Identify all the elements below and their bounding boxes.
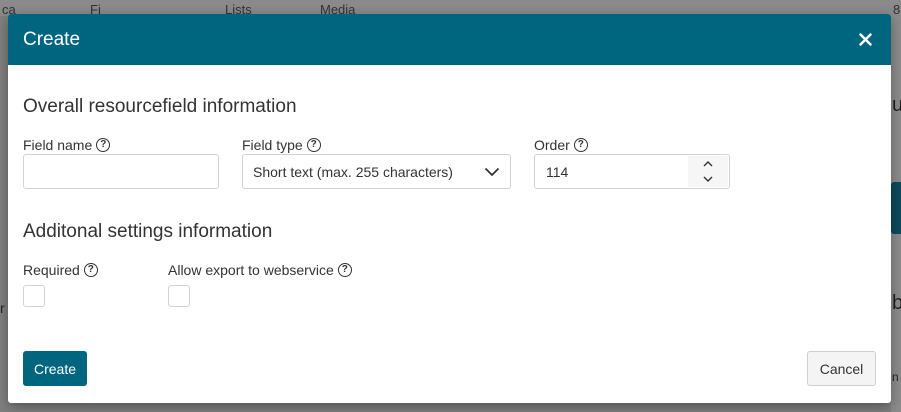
field-type-selected-value: Short text (max. 255 characters): [253, 163, 453, 180]
cancel-button[interactable]: Cancel: [807, 351, 876, 386]
background-fragment: u: [892, 94, 901, 116]
order-spinner: [688, 156, 728, 187]
chevron-down-icon: [484, 167, 500, 177]
field-type-select[interactable]: Short text (max. 255 characters): [242, 154, 511, 189]
field-type-group: Field type ?: [242, 136, 321, 153]
background-left-edge: r: [0, 300, 8, 316]
dialog-header: Create: [8, 14, 891, 65]
chevron-down-icon: [703, 176, 713, 182]
required-label: Required: [23, 261, 80, 278]
help-icon[interactable]: ?: [306, 137, 321, 152]
close-icon: [858, 33, 872, 46]
close-button[interactable]: [853, 28, 877, 52]
background-fragment: n: [892, 370, 899, 384]
field-name-label: Field name: [23, 136, 93, 153]
field-name-group: Field name ?: [23, 136, 111, 153]
background-right-edge: u b n: [891, 16, 901, 412]
help-icon[interactable]: ?: [83, 262, 98, 277]
order-value: 114: [546, 163, 569, 180]
field-name-input[interactable]: [23, 154, 219, 189]
section-title-additional: Additonal settings information: [23, 221, 273, 242]
create-dialog: Create Overall resourcefield information…: [8, 14, 891, 403]
help-icon[interactable]: ?: [96, 137, 111, 152]
background-fragment: r: [0, 300, 5, 316]
allow-export-group: Allow export to webservice ?: [168, 261, 352, 278]
increment-button[interactable]: [688, 157, 728, 172]
create-button[interactable]: Create: [23, 351, 88, 386]
required-checkbox[interactable]: [23, 285, 45, 307]
decrement-button[interactable]: [688, 172, 728, 187]
order-input[interactable]: 114: [534, 154, 730, 189]
order-label: Order: [534, 136, 570, 153]
help-icon[interactable]: ?: [573, 137, 588, 152]
allow-export-label: Allow export to webservice: [168, 261, 334, 278]
section-title-overall: Overall resourcefield information: [23, 96, 297, 117]
dialog-title: Create: [23, 28, 81, 50]
field-type-label: Field type: [242, 136, 303, 153]
background-fragment: b: [892, 292, 901, 314]
background-button-fragment: [891, 182, 901, 234]
allow-export-checkbox[interactable]: [168, 285, 190, 307]
help-icon[interactable]: ?: [337, 262, 352, 277]
background-fragment: 8: [893, 2, 901, 16]
chevron-up-icon: [703, 161, 713, 167]
order-group: Order ?: [534, 136, 588, 153]
dialog-body: Overall resourcefield information Field …: [8, 65, 891, 403]
required-group: Required ?: [23, 261, 98, 278]
